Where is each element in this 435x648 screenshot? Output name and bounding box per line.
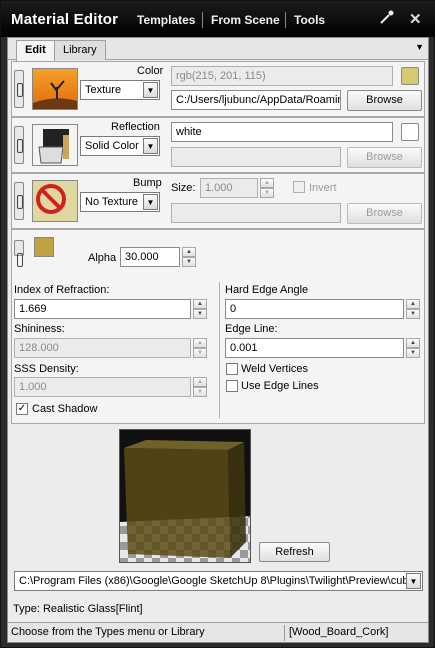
link-icon[interactable] — [14, 70, 24, 108]
weld-vertices-label: Weld Vertices — [241, 363, 309, 375]
color-swatch[interactable] — [401, 67, 419, 85]
properties-section: Alpha 30.000 ▲ ▼ Index of Refraction: 1.6… — [11, 229, 425, 424]
reflection-label: Reflection — [111, 121, 160, 133]
status-bar: Choose from the Types menu or Library [W… — [8, 622, 428, 642]
no-texture-icon[interactable] — [32, 180, 78, 222]
bump-size-field[interactable]: 1.000 — [200, 178, 258, 198]
paint-bucket-icon[interactable] — [32, 124, 78, 166]
material-type-text: Type: Realistic Glass[Flint] — [13, 603, 143, 615]
alpha-field[interactable]: 30.000 — [120, 247, 180, 267]
reflection-texture-path[interactable] — [171, 147, 341, 167]
tab-menu-arrow-icon[interactable]: ▼ — [415, 42, 424, 52]
window-title: Material Editor — [11, 11, 119, 28]
reflection-mode-select[interactable]: Solid Color ▼ — [80, 136, 160, 156]
bump-texture-path[interactable] — [171, 203, 341, 223]
material-preview — [119, 429, 251, 563]
invert-label: Invert — [309, 182, 337, 194]
sss-stepper[interactable]: ▲ ▼ — [193, 377, 207, 397]
color-texture-path[interactable]: C:/Users/ljubunc/AppData/Roamin — [171, 90, 341, 110]
dropdown-arrow-icon: ▼ — [406, 573, 421, 589]
shininess-label: Shininess: — [14, 323, 65, 335]
hard-edge-field[interactable]: 0 — [225, 299, 404, 319]
color-browse-button[interactable]: Browse — [347, 90, 422, 111]
column-divider — [219, 282, 220, 418]
dropdown-arrow-icon: ▼ — [143, 194, 158, 210]
sss-field[interactable]: 1.000 — [14, 377, 191, 397]
menu-separator — [202, 12, 203, 28]
link-icon[interactable] — [14, 126, 24, 164]
title-bar: Material Editor Templates From Scene Too… — [1, 1, 435, 37]
ior-field[interactable]: 1.669 — [14, 299, 191, 319]
menu-tools[interactable]: Tools — [294, 13, 325, 27]
tab-edit[interactable]: Edit — [16, 40, 55, 61]
edge-line-stepper[interactable]: ▲ ▼ — [406, 338, 420, 358]
reflection-swatch[interactable] — [401, 123, 419, 141]
dropdown-arrow-icon: ▼ — [143, 138, 158, 154]
status-material-name: [Wood_Board_Cork] — [289, 626, 389, 638]
dropdown-arrow-icon: ▼ — [143, 82, 158, 98]
shininess-field[interactable]: 128.000 — [14, 338, 191, 358]
bump-browse-button[interactable]: Browse — [347, 203, 422, 224]
use-edge-lines-checkbox[interactable] — [226, 380, 238, 392]
menu-separator — [285, 12, 286, 28]
texture-thumbnail-icon[interactable] — [32, 68, 78, 110]
reflection-browse-button[interactable]: Browse — [347, 147, 422, 168]
menu-from-scene[interactable]: From Scene — [211, 13, 280, 27]
bump-size-stepper[interactable]: ▲ ▼ — [260, 178, 274, 198]
edge-line-label: Edge Line: — [225, 323, 278, 335]
eyedropper-icon[interactable] — [379, 9, 395, 29]
alpha-icon — [34, 237, 54, 257]
color-mode-select[interactable]: Texture ▼ — [80, 80, 160, 100]
bump-mode-select[interactable]: No Texture ▼ — [80, 192, 160, 212]
color-value-field[interactable]: rgb(215, 201, 115) — [171, 66, 393, 86]
weld-vertices-checkbox[interactable] — [226, 363, 238, 375]
invert-checkbox[interactable] — [293, 181, 305, 193]
ior-label: Index of Refraction: — [14, 284, 110, 296]
bump-section: Bump No Texture ▼ Size: 1.000 ▲ ▼ Invert B… — [11, 173, 425, 229]
alpha-label: Alpha — [88, 252, 117, 264]
color-section: Color Texture ▼ rgb(215, 201, 115) C:/Use… — [11, 61, 425, 117]
tab-library[interactable]: Library — [54, 40, 106, 60]
preview-template-select[interactable]: C:\Program Files (x86)\Google\Google Ske… — [14, 571, 423, 591]
shininess-stepper[interactable]: ▲ ▼ — [193, 338, 207, 358]
sss-label: SSS Density: — [14, 363, 79, 375]
material-editor-window: Material Editor Templates From Scene Too… — [0, 0, 435, 648]
cast-shadow-checkbox[interactable]: ✓ — [16, 403, 28, 415]
ior-stepper[interactable]: ▲ ▼ — [193, 299, 207, 319]
color-label: Color — [137, 65, 164, 77]
hard-edge-label: Hard Edge Angle — [225, 284, 309, 296]
close-icon[interactable]: ✕ — [409, 10, 422, 28]
alpha-stepper[interactable]: ▲ ▼ — [182, 247, 196, 267]
refresh-button[interactable]: Refresh — [259, 542, 330, 562]
link-icon[interactable] — [14, 182, 24, 220]
hard-edge-stepper[interactable]: ▲ ▼ — [406, 299, 420, 319]
status-divider — [284, 625, 285, 641]
status-message: Choose from the Types menu or Library — [11, 626, 205, 638]
menu-templates[interactable]: Templates — [137, 13, 195, 27]
edge-line-field[interactable]: 0.001 — [225, 338, 404, 358]
editor-panel: Edit Library ▼ Color Texture ▼ rgb(215, 2… — [7, 37, 429, 643]
reflection-section: Reflection Solid Color ▼ white Browse — [11, 117, 425, 173]
link-icon[interactable] — [14, 240, 24, 267]
tab-bar: Edit Library ▼ — [8, 38, 428, 61]
bump-label: Bump — [133, 177, 162, 189]
reflection-value-field[interactable]: white — [171, 122, 393, 142]
cast-shadow-label: Cast Shadow — [32, 403, 98, 415]
bump-size-label: Size: — [171, 182, 196, 194]
use-edge-lines-label: Use Edge Lines — [241, 380, 319, 392]
